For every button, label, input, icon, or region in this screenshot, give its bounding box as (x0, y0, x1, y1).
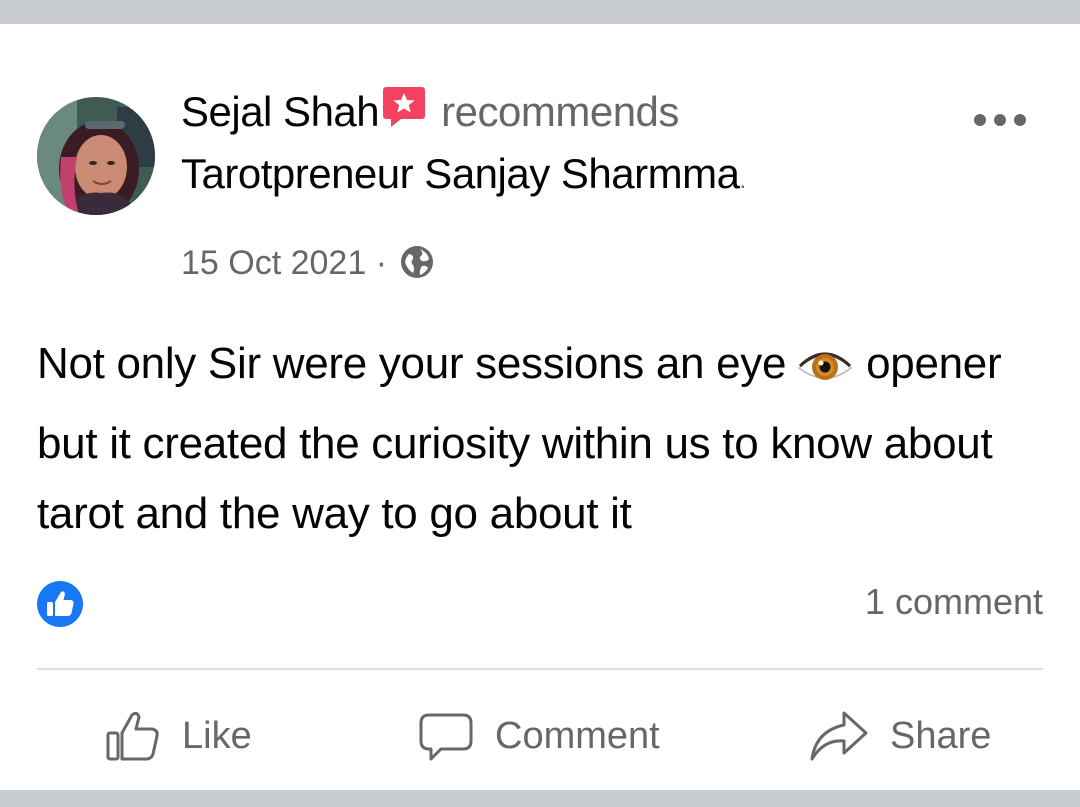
share-button[interactable]: Share (808, 704, 991, 768)
post-text: Not only Sir were your sessions an eye o… (37, 329, 1047, 549)
comment-button[interactable]: Comment (417, 704, 660, 768)
like-label: Like (182, 714, 252, 757)
post-card: Sejal Shah recommends Tarotpreneur Sanjay… (0, 24, 1080, 790)
more-dot-icon (1014, 114, 1026, 126)
like-icon (106, 711, 159, 761)
avatar[interactable] (37, 97, 155, 215)
comment-icon (419, 713, 473, 761)
post-header: Sejal Shah recommends (181, 84, 679, 136)
post-date[interactable]: 15 Oct 2021 (181, 244, 366, 282)
like-reaction-icon[interactable] (37, 581, 83, 627)
post-meta: 15 Oct 2021 · (181, 241, 434, 285)
globe-icon[interactable] (400, 245, 434, 290)
like-button[interactable]: Like (104, 704, 252, 768)
more-dot-icon (994, 114, 1006, 126)
comment-label: Comment (495, 714, 660, 757)
eye-emoji-icon (796, 339, 854, 409)
more-options-button[interactable] (974, 108, 1026, 132)
comment-count[interactable]: 1 comment (865, 580, 1043, 624)
recommendation-badge-icon (381, 84, 427, 142)
page-name-suffix: . (739, 167, 746, 194)
post-text-part1: Not only Sir were your sessions an eye (37, 339, 787, 388)
recommends-label: recommends (441, 88, 679, 135)
author-name[interactable]: Sejal Shah (181, 88, 380, 135)
share-label: Share (890, 714, 992, 757)
page-name[interactable]: Tarotpreneur Sanjay Sharmma (181, 150, 740, 197)
share-icon (810, 711, 868, 761)
divider (37, 668, 1043, 670)
page-name-line: Tarotpreneur Sanjay Sharmma. (181, 148, 746, 200)
meta-separator: · (375, 244, 388, 282)
more-dot-icon (974, 114, 986, 126)
